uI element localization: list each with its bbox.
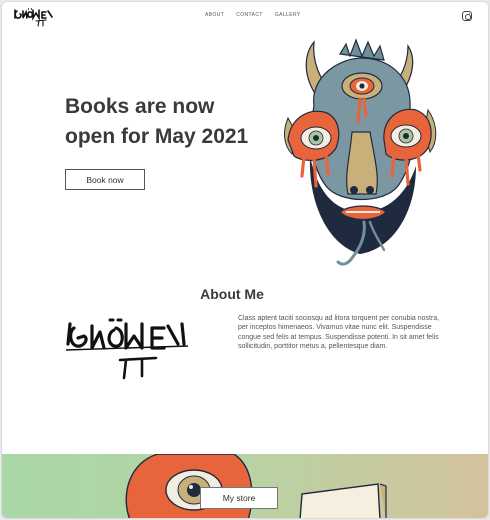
hero-title-line-1: Books are now bbox=[65, 95, 215, 118]
book-now-button[interactable]: Book now bbox=[65, 169, 145, 190]
crown bbox=[339, 38, 385, 61]
store-banner: My store bbox=[2, 454, 488, 518]
brand-logo[interactable] bbox=[12, 6, 60, 28]
instagram-icon[interactable] bbox=[462, 11, 472, 21]
signature-logo bbox=[65, 318, 189, 380]
mask-illustration bbox=[284, 38, 437, 266]
hero-title: Books are now open for May 2021 bbox=[65, 92, 280, 152]
page: ABOUT CONTACT GALLERY Books are now open… bbox=[1, 1, 489, 519]
my-store-button[interactable]: My store bbox=[200, 487, 278, 509]
nav-gallery[interactable]: GALLERY bbox=[275, 12, 301, 18]
nav-about[interactable]: ABOUT bbox=[205, 12, 224, 18]
about-title: About Me bbox=[200, 286, 264, 302]
main-nav: ABOUT CONTACT GALLERY bbox=[205, 12, 301, 18]
about-paragraph: Class aptent taciti sociosqu ad litora t… bbox=[238, 315, 440, 351]
hero-title-line-2: open for May 2021 bbox=[65, 125, 249, 148]
nav-contact[interactable]: CONTACT bbox=[236, 12, 263, 18]
